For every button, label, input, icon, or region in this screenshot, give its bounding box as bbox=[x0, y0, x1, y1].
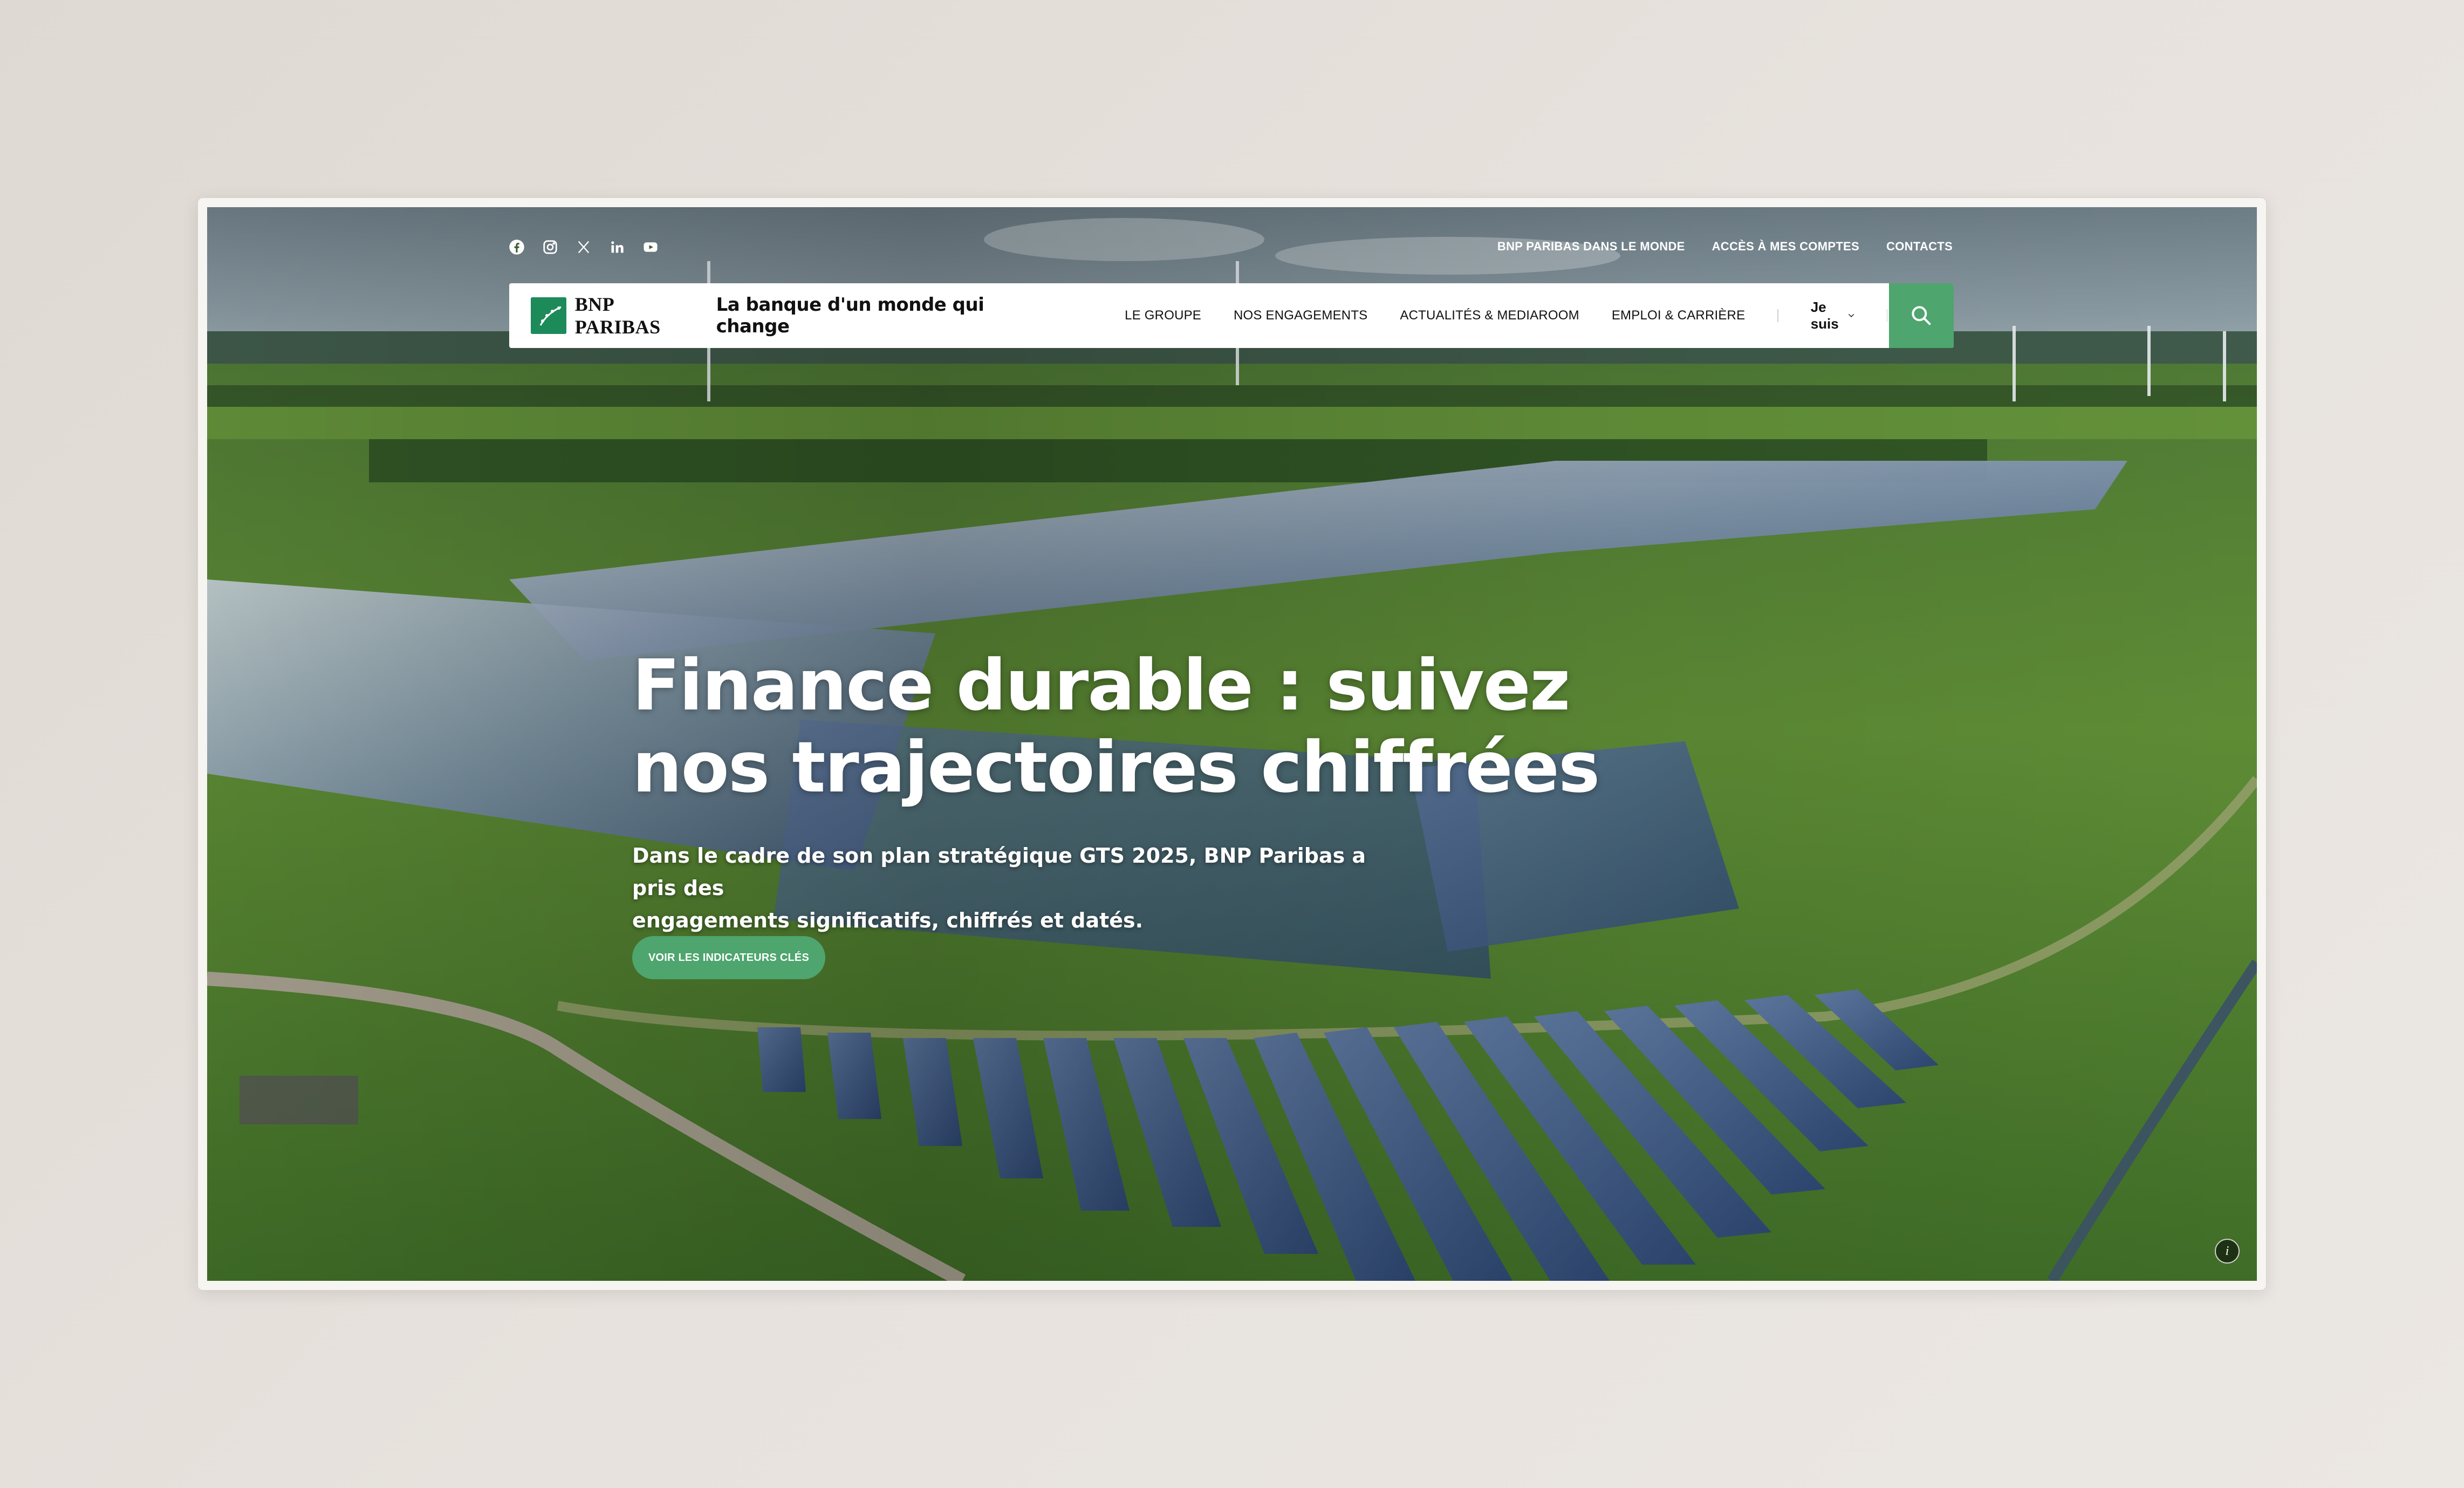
accounts-link[interactable]: ACCÈS À MES COMPTES bbox=[1712, 240, 1859, 254]
brand-name: BNP PARIBAS bbox=[574, 293, 661, 338]
contacts-link[interactable]: CONTACTS bbox=[1886, 240, 1953, 254]
brand-tagline: La banque d'un monde qui change bbox=[716, 294, 984, 337]
menu-item-news[interactable]: ACTUALITÉS & MEDIAROOM bbox=[1400, 308, 1579, 323]
brand-logo-link[interactable]: BNP PARIBAS bbox=[531, 293, 700, 338]
instagram-icon[interactable] bbox=[540, 237, 560, 257]
linkedin-icon[interactable] bbox=[607, 237, 627, 257]
hero-description-line-2: engagements significatifs, chiffrés et d… bbox=[632, 909, 1144, 932]
chevron-down-icon bbox=[1848, 313, 1854, 317]
bnp-logo-icon bbox=[531, 297, 566, 334]
search-icon bbox=[1912, 306, 1931, 325]
hero-description-line-1: Dans le cadre de son plan stratégique GT… bbox=[632, 844, 1366, 900]
social-links bbox=[507, 237, 660, 257]
menu-item-group[interactable]: LE GROUPE bbox=[1125, 308, 1201, 323]
i-am-dropdown[interactable]: Je suis bbox=[1811, 299, 1854, 332]
menu-item-engagements[interactable]: NOS ENGAGEMENTS bbox=[1234, 308, 1367, 323]
facebook-icon[interactable] bbox=[507, 237, 526, 257]
search-button[interactable] bbox=[1889, 283, 1954, 348]
youtube-icon[interactable] bbox=[641, 237, 660, 257]
world-link[interactable]: BNP PARIBAS DANS LE MONDE bbox=[1497, 240, 1685, 254]
i-am-label: Je suis bbox=[1810, 299, 1839, 332]
menu-item-jobs[interactable]: EMPLOI & CARRIÈRE bbox=[1612, 308, 1745, 323]
hero-headline: Finance durable : suivez nos trajectoire… bbox=[632, 644, 1603, 808]
hero-headline-line-1: Finance durable : suivez bbox=[632, 644, 1570, 726]
key-indicators-button[interactable]: VOIR LES INDICATEURS CLÉS bbox=[632, 936, 825, 979]
primary-menu: LE GROUPE NOS ENGAGEMENTS ACTUALITÉS & M… bbox=[1125, 299, 1954, 332]
menu-divider bbox=[1777, 309, 1778, 322]
hero-section: BNP PARIBAS DANS LE MONDE ACCÈS À MES CO… bbox=[207, 207, 2257, 1281]
hero-headline-line-2: nos trajectoires chiffrées bbox=[632, 726, 1600, 808]
image-info-button[interactable]: i bbox=[2215, 1239, 2240, 1264]
x-icon[interactable] bbox=[574, 237, 593, 257]
utility-nav: BNP PARIBAS DANS LE MONDE ACCÈS À MES CO… bbox=[1497, 240, 1953, 254]
hero-description: Dans le cadre de son plan stratégique GT… bbox=[632, 839, 1414, 937]
main-navbar: BNP PARIBAS La banque d'un monde qui cha… bbox=[509, 283, 1954, 348]
